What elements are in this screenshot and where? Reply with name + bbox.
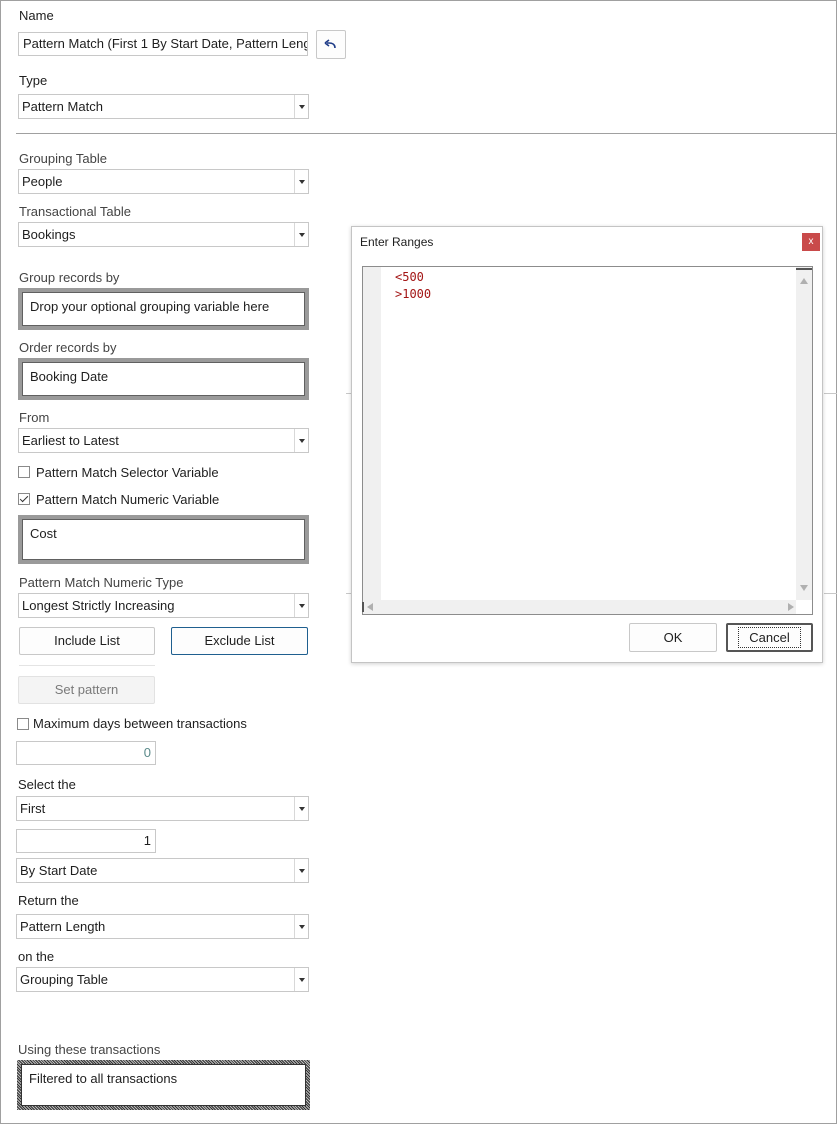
- transactional-table-value: Bookings: [22, 227, 76, 242]
- scroll-right-icon[interactable]: [788, 603, 794, 611]
- chevron-down-icon: [294, 968, 308, 991]
- set-pattern-button[interactable]: Set pattern: [18, 676, 155, 704]
- select-by-value: By Start Date: [20, 863, 98, 878]
- scroll-up-icon[interactable]: [800, 278, 808, 284]
- grouping-table-select[interactable]: People: [18, 169, 309, 194]
- transactional-table-label: Transactional Table: [19, 204, 132, 219]
- chevron-down-icon: [294, 95, 308, 118]
- horizontal-scrollbar[interactable]: [362, 600, 796, 614]
- scroll-down-icon[interactable]: [800, 585, 808, 591]
- ranges-code: <500 >1000: [395, 269, 431, 303]
- undo-arrow-icon: [324, 38, 336, 48]
- from-select[interactable]: Earliest to Latest: [18, 428, 309, 453]
- selector-variable-label: Pattern Match Selector Variable: [36, 465, 219, 480]
- using-transactions-dropzone[interactable]: Filtered to all transactions: [17, 1060, 310, 1110]
- numeric-variable-label: Pattern Match Numeric Variable: [36, 492, 220, 507]
- chevron-down-icon: [294, 797, 308, 820]
- using-transactions-label: Using these transactions: [18, 1042, 161, 1057]
- from-value: Earliest to Latest: [22, 433, 119, 448]
- numeric-variable-checkbox[interactable]: [18, 493, 30, 505]
- close-button[interactable]: x: [802, 233, 820, 251]
- numeric-type-select[interactable]: Longest Strictly Increasing: [18, 593, 309, 618]
- dialog-titlebar[interactable]: Enter Ranges: [352, 227, 822, 257]
- chevron-down-icon: [294, 170, 308, 193]
- select-count-input[interactable]: 1: [16, 829, 156, 853]
- background-divider: [824, 593, 837, 594]
- order-records-label: Order records by: [19, 340, 117, 355]
- grouping-table-value: People: [22, 174, 63, 189]
- chevron-down-icon: [294, 429, 308, 452]
- name-input[interactable]: Pattern Match (First 1 By Start Date, Pa…: [18, 32, 308, 56]
- vertical-scrollbar[interactable]: [796, 267, 812, 600]
- type-select[interactable]: Pattern Match: [18, 94, 309, 119]
- ok-button[interactable]: OK: [629, 623, 717, 652]
- from-label: From: [19, 410, 50, 425]
- order-records-value: Booking Date: [22, 362, 305, 396]
- selector-variable-checkbox[interactable]: [18, 466, 30, 478]
- scroll-left-marker: [362, 602, 364, 612]
- chevron-down-icon: [294, 915, 308, 938]
- chevron-down-icon: [294, 594, 308, 617]
- chevron-down-icon: [294, 223, 308, 246]
- select-the-select[interactable]: First: [16, 796, 309, 821]
- background-divider: [824, 393, 837, 394]
- type-label: Type: [19, 73, 48, 88]
- chevron-down-icon: [294, 859, 308, 882]
- on-the-label: on the: [18, 949, 55, 964]
- scroll-top-marker: [796, 268, 812, 270]
- max-days-input[interactable]: 0: [16, 741, 156, 765]
- reset-name-button[interactable]: [316, 30, 346, 59]
- dialog-title: Enter Ranges: [360, 235, 434, 249]
- ranges-editor[interactable]: <500 >1000: [362, 266, 813, 615]
- on-the-value: Grouping Table: [20, 972, 108, 987]
- max-days-label: Maximum days between transactions: [33, 716, 247, 731]
- range-line: >1000: [395, 287, 432, 301]
- spacer-line: [19, 665, 155, 666]
- enter-ranges-dialog: Enter Ranges x <500 >1000 OK Cancel: [351, 226, 823, 663]
- numeric-variable-value: Cost: [22, 519, 305, 560]
- numeric-type-value: Longest Strictly Increasing: [22, 598, 175, 613]
- cancel-button[interactable]: Cancel: [726, 623, 813, 652]
- group-records-dropzone[interactable]: Drop your optional grouping variable her…: [18, 288, 309, 330]
- scroll-left-icon[interactable]: [367, 603, 373, 611]
- name-label: Name: [19, 8, 54, 23]
- cancel-button-label: Cancel: [738, 627, 801, 648]
- exclude-list-button[interactable]: Exclude List: [171, 627, 308, 655]
- grouping-table-label: Grouping Table: [19, 151, 107, 166]
- on-the-select[interactable]: Grouping Table: [16, 967, 309, 992]
- type-select-value: Pattern Match: [22, 99, 103, 114]
- return-the-value: Pattern Length: [20, 919, 106, 934]
- transactional-table-select[interactable]: Bookings: [18, 222, 309, 247]
- select-by-select[interactable]: By Start Date: [16, 858, 309, 883]
- return-the-label: Return the: [18, 893, 79, 908]
- include-list-button[interactable]: Include List: [19, 627, 155, 655]
- editor-gutter: [363, 267, 381, 600]
- group-records-label: Group records by: [19, 270, 120, 285]
- select-the-label: Select the: [18, 777, 76, 792]
- order-records-dropzone[interactable]: Booking Date: [18, 358, 309, 400]
- numeric-type-label: Pattern Match Numeric Type: [19, 575, 184, 590]
- range-line: <500: [395, 270, 424, 284]
- select-the-value: First: [20, 801, 46, 816]
- return-the-select[interactable]: Pattern Length: [16, 914, 309, 939]
- using-transactions-value: Filtered to all transactions: [21, 1064, 306, 1106]
- max-days-checkbox[interactable]: [17, 718, 29, 730]
- numeric-variable-dropzone[interactable]: Cost: [18, 515, 309, 564]
- group-records-placeholder: Drop your optional grouping variable her…: [22, 292, 305, 326]
- section-divider: [16, 133, 837, 134]
- close-icon: x: [808, 236, 814, 247]
